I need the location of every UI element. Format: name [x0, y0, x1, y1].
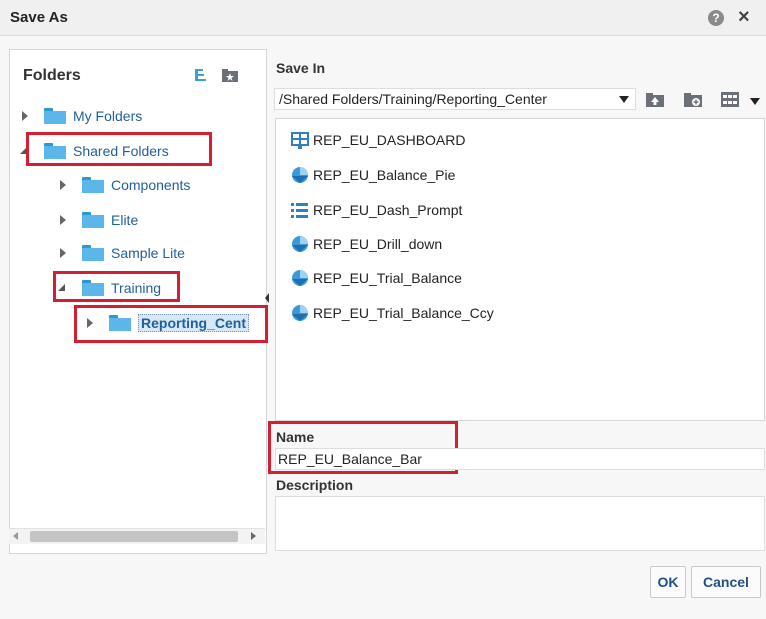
up-folder-icon[interactable]: [646, 92, 664, 107]
highlight-shared-folders: [26, 132, 212, 166]
description-input[interactable]: [275, 496, 765, 551]
close-icon[interactable]: ×: [738, 6, 750, 29]
collapse-pane-icon[interactable]: [265, 293, 269, 303]
dialog-titlebar: Save As ? ×: [0, 0, 766, 36]
folder-icon: [82, 245, 104, 261]
tree-item-label: Sample Lite: [111, 245, 185, 261]
scroll-left-icon[interactable]: [13, 532, 18, 540]
description-label: Description: [276, 477, 354, 493]
tree-item-label: My Folders: [73, 108, 143, 124]
list-item[interactable]: REP_EU_Trial_Balance: [290, 267, 462, 289]
list-item[interactable]: REP_EU_Trial_Balance_Ccy: [290, 302, 494, 324]
highlight-reporting-center: [74, 305, 268, 343]
dropdown-arrow-icon[interactable]: [619, 96, 629, 103]
list-item[interactable]: REP_EU_Balance_Pie: [290, 164, 455, 186]
analysis-icon: [292, 270, 308, 286]
scroll-right-icon[interactable]: [251, 532, 256, 540]
analysis-icon: [292, 236, 308, 252]
analysis-icon: [292, 167, 308, 183]
name-input[interactable]: [275, 448, 765, 470]
file-name: REP_EU_DASHBOARD: [313, 132, 466, 148]
horizontal-scrollbar[interactable]: [9, 528, 265, 544]
help-icon[interactable]: ?: [708, 10, 724, 26]
tree-item-sample-lite[interactable]: Sample Lite: [58, 241, 185, 265]
dashboard-icon: [291, 132, 309, 149]
file-name: REP_EU_Dash_Prompt: [313, 202, 463, 218]
list-item[interactable]: REP_EU_Dash_Prompt: [290, 199, 462, 221]
dialog-title: Save As: [10, 9, 68, 26]
tree-item-components[interactable]: Components: [58, 173, 190, 197]
cancel-button[interactable]: Cancel: [691, 566, 761, 598]
folders-title: Folders: [23, 67, 81, 84]
create-folder-icon[interactable]: [684, 92, 702, 107]
tree-item-my-folders[interactable]: My Folders: [20, 104, 142, 128]
scrollbar-thumb[interactable]: [30, 531, 238, 542]
file-name: REP_EU_Trial_Balance: [313, 270, 462, 286]
view-options-icon[interactable]: [721, 92, 739, 107]
file-list: REP_EU_DASHBOARD REP_EU_Balance_Pie REP_…: [275, 118, 765, 421]
expand-arrow-icon[interactable]: [20, 111, 30, 121]
expand-arrow-icon[interactable]: [58, 248, 68, 258]
folders-header: Folders: [10, 50, 266, 96]
list-item[interactable]: REP_EU_DASHBOARD: [290, 129, 466, 151]
tree-item-label: Components: [111, 177, 191, 193]
analysis-icon: [292, 305, 308, 321]
prompt-icon: [291, 203, 308, 218]
name-label: Name: [276, 429, 315, 445]
save-in-label: Save In: [276, 60, 326, 76]
file-name: REP_EU_Balance_Pie: [313, 167, 456, 183]
file-name: REP_EU_Trial_Balance_Ccy: [313, 305, 494, 321]
folder-icon: [82, 177, 104, 193]
expand-arrow-icon[interactable]: [58, 215, 68, 225]
new-folder-icon[interactable]: [222, 68, 238, 82]
save-in-path-value: /Shared Folders/Training/Reporting_Cente…: [279, 91, 547, 107]
expand-arrow-icon[interactable]: [58, 180, 68, 190]
folder-icon: [82, 212, 104, 228]
save-as-dialog: Save As ? × Folders My Folders Shared Fo…: [0, 0, 766, 619]
ok-button[interactable]: OK: [650, 566, 686, 598]
tree-item-elite[interactable]: Elite: [58, 208, 138, 232]
view-dropdown-icon[interactable]: [750, 98, 760, 105]
list-item[interactable]: REP_EU_Drill_down: [290, 233, 442, 255]
file-name: REP_EU_Drill_down: [313, 236, 443, 252]
tree-item-label: Elite: [111, 212, 139, 228]
tree-hierarchy-icon[interactable]: [194, 68, 210, 82]
save-in-path-select[interactable]: /Shared Folders/Training/Reporting_Cente…: [274, 88, 636, 110]
highlight-training: [53, 271, 180, 302]
folder-icon: [44, 108, 66, 124]
